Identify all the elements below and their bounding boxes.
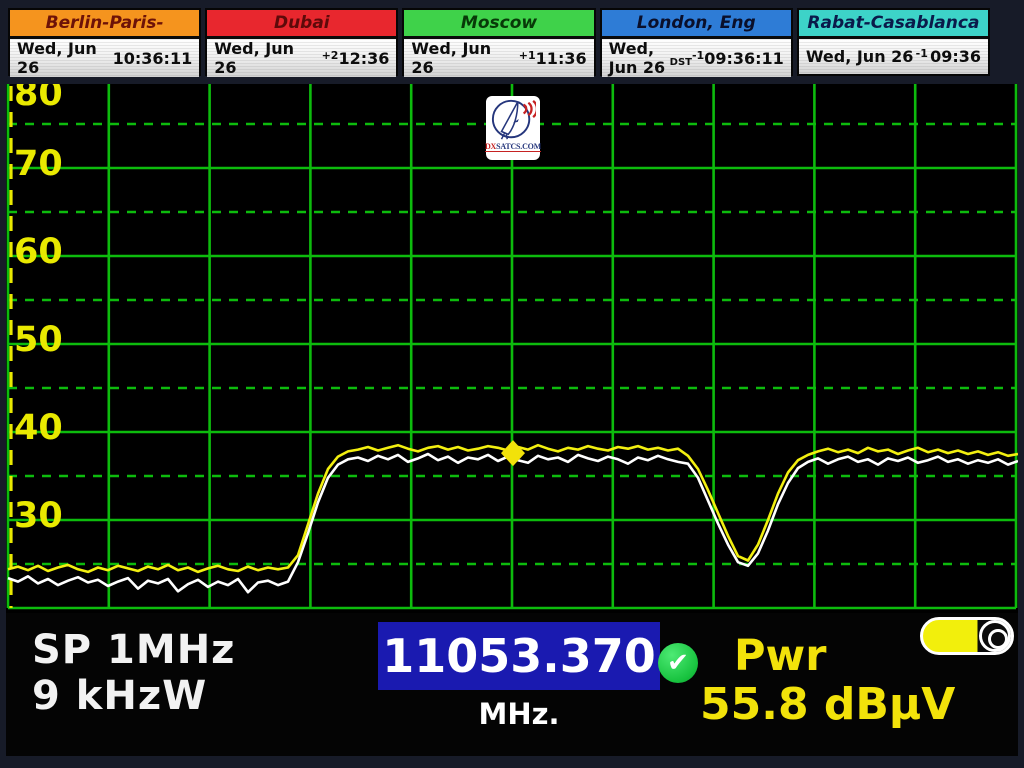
clock-time-row: Wed, Jun 26 +1 11:36 bbox=[404, 39, 593, 77]
power-value: 55.8 dBµV bbox=[700, 679, 955, 730]
toggle-knob-icon[interactable] bbox=[979, 620, 1011, 652]
clock-rabat: Rabat-Casablanca Wed, Jun 26 -1 09:36 bbox=[797, 8, 990, 76]
clock-date: Wed, Jun 26 bbox=[214, 39, 321, 77]
clock-moscow: Moscow Wed, Jun 26 +1 11:36 bbox=[402, 8, 595, 76]
clock-berlin: Berlin-Paris-Vienna-Roma Wed, Jun 26 10:… bbox=[8, 8, 201, 76]
clock-tz-offset: -1 bbox=[916, 47, 928, 66]
power-label: Pwr bbox=[734, 631, 826, 681]
clock-city-label: Berlin-Paris-Vienna-Roma bbox=[10, 10, 199, 39]
toggle-switch[interactable] bbox=[920, 617, 1014, 655]
clock-time-row: Wed, Jun 26 DST-1 09:36:11 bbox=[602, 39, 791, 77]
clock-city-label: London, Eng bbox=[602, 10, 791, 39]
clock-tz-offset: +1 bbox=[519, 49, 536, 68]
clock-tz-offset: DST-1 bbox=[670, 49, 705, 68]
svg-text:50: 50 bbox=[14, 320, 63, 360]
clock-date: Wed, Jun 26 bbox=[17, 39, 113, 77]
clock-time-row: Wed, Jun 26 10:36:11 bbox=[10, 39, 199, 77]
clock-time: 09:36:11 bbox=[704, 49, 784, 68]
clock-city-label: Rabat-Casablanca bbox=[799, 10, 988, 39]
svg-text:40: 40 bbox=[14, 408, 63, 448]
satellite-meter-screen: Berlin-Paris-Vienna-Roma Wed, Jun 26 10:… bbox=[0, 0, 1024, 768]
clock-city-label: Dubai bbox=[207, 10, 396, 39]
frequency-display[interactable]: 11053.370 bbox=[378, 622, 660, 690]
clock-london: London, Eng Wed, Jun 26 DST-1 09:36:11 bbox=[600, 8, 793, 76]
clock-city-label: Moscow bbox=[404, 10, 593, 39]
svg-text:60: 60 bbox=[14, 232, 63, 272]
clock-date: Wed, Jun 26 bbox=[806, 47, 914, 66]
lock-check-icon: ✔ bbox=[658, 643, 698, 683]
world-clock-bar: Berlin-Paris-Vienna-Roma Wed, Jun 26 10:… bbox=[8, 8, 990, 76]
clock-time: 11:36 bbox=[536, 49, 587, 68]
svg-text:30: 30 bbox=[14, 496, 63, 536]
clock-tz-offset: +2 bbox=[322, 49, 339, 68]
clock-time-row: Wed, Jun 26 +2 12:36 bbox=[207, 39, 396, 77]
clock-time: 10:36:11 bbox=[113, 49, 193, 68]
clock-date: Wed, Jun 26 bbox=[609, 39, 670, 77]
clock-date: Wed, Jun 26 bbox=[411, 39, 518, 77]
dxsatcs-logo: DXSATCS.COM bbox=[486, 96, 540, 160]
bandwidth-value: 9 kHzW bbox=[32, 673, 235, 719]
clock-time: 09:36 bbox=[930, 47, 981, 66]
logo-text: DXSATCS.COM bbox=[485, 142, 541, 152]
span-value: SP 1MHz bbox=[32, 627, 235, 673]
clock-time: 12:36 bbox=[338, 49, 389, 68]
readout-bar: SP 1MHz 9 kHzW 11053.370 MHz. ✔ Pwr 55.8… bbox=[6, 613, 1018, 756]
spectrum-plot: 80 70 60 50 40 30 bbox=[6, 84, 1018, 613]
clock-dubai: Dubai Wed, Jun 26 +2 12:36 bbox=[205, 8, 398, 76]
svg-text:70: 70 bbox=[14, 144, 63, 184]
clock-time-row: Wed, Jun 26 -1 09:36 bbox=[799, 39, 988, 74]
svg-text:80: 80 bbox=[14, 84, 63, 114]
span-bandwidth-readout: SP 1MHz 9 kHzW bbox=[32, 627, 235, 719]
spectrum-display: 80 70 60 50 40 30 DXSATCS.COM bbox=[6, 84, 1018, 613]
frequency-unit-label: MHz. bbox=[378, 697, 660, 731]
satellite-dish-icon bbox=[490, 98, 536, 142]
